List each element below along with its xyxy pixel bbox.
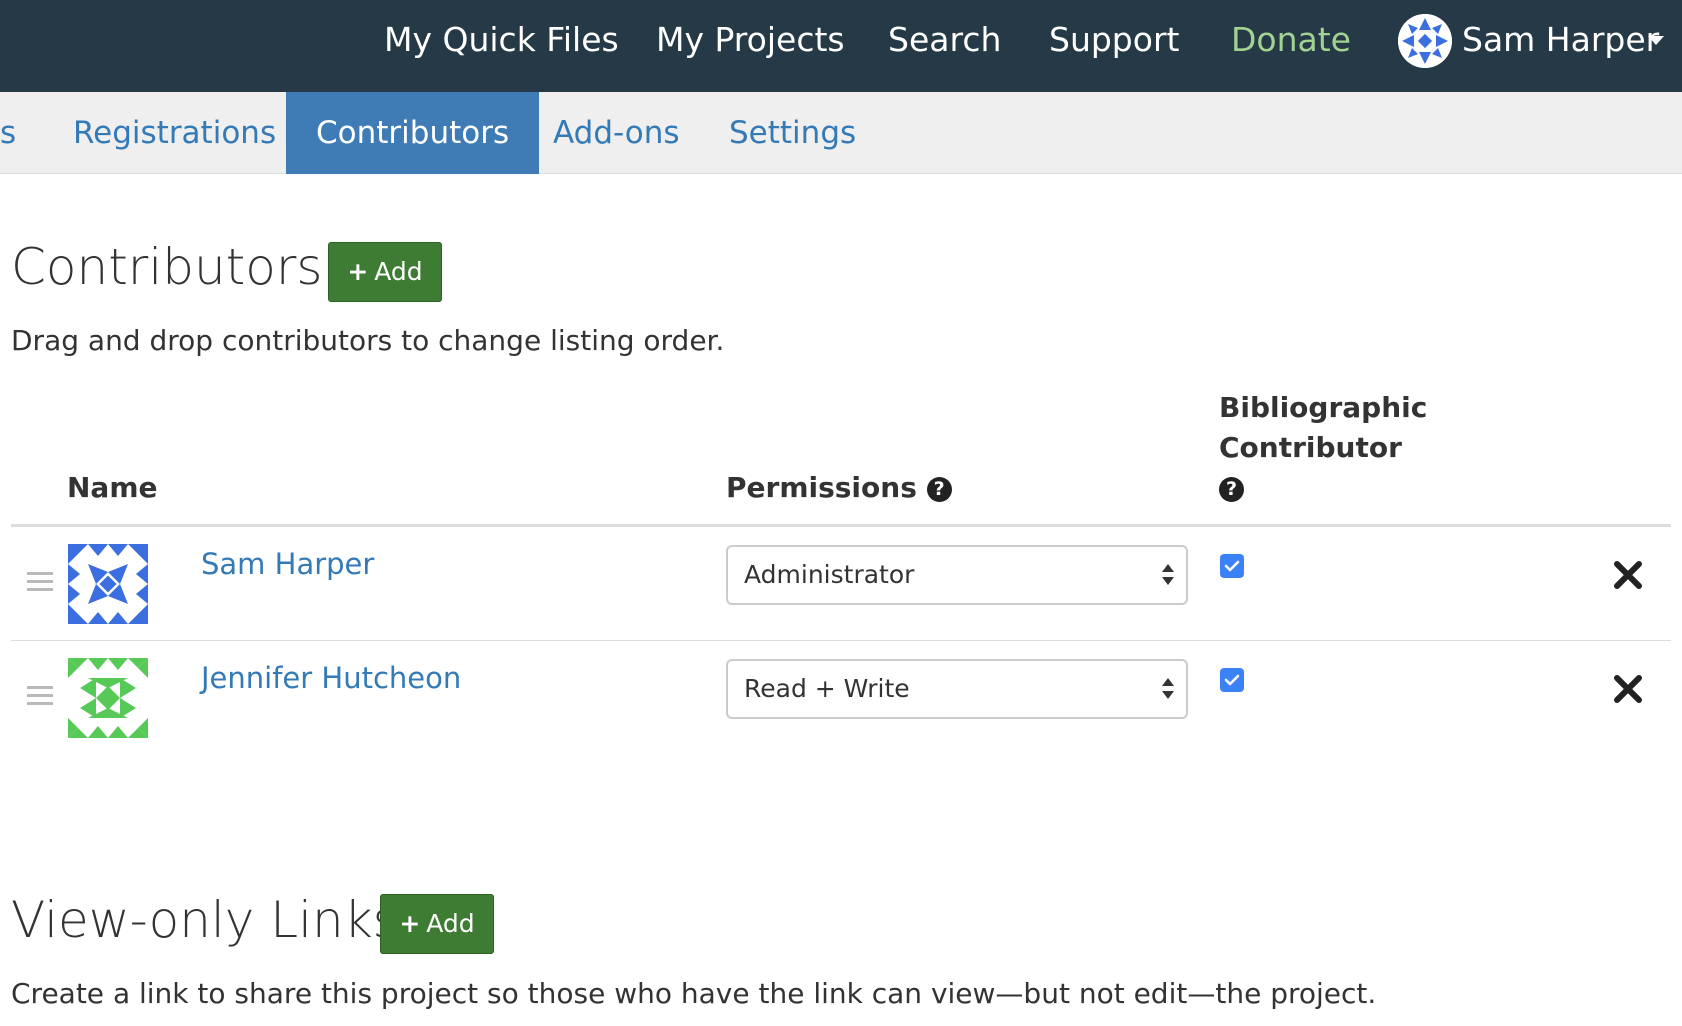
view-only-links-description: Create a link to share this project so t… [11,977,1377,1010]
contributor-name-link[interactable]: Jennifer Hutcheon [201,658,461,698]
select-arrows-icon [1162,564,1174,588]
bibliographic-checkbox[interactable] [1220,668,1244,692]
add-view-only-link-button[interactable]: + Add [380,894,494,954]
checkmark-icon [1224,674,1240,686]
nav-support[interactable]: Support [1049,20,1179,60]
remove-contributor-icon[interactable] [1612,559,1644,591]
column-header-bibliographic: Bibliographic Contributor ? [1219,388,1427,508]
tab-settings[interactable]: Settings [729,92,856,174]
contributors-description: Drag and drop contributors to change lis… [11,324,725,357]
row-divider [11,640,1671,641]
add-contributor-label: Add [374,257,423,286]
view-only-links-heading: View-only Links [11,891,399,949]
plus-icon: + [399,909,421,938]
nav-my-projects[interactable]: My Projects [656,20,845,60]
user-avatar [1398,14,1452,68]
tab-add-ons[interactable]: Add-ons [553,92,680,174]
tab-contributors[interactable]: Contributors [286,92,540,174]
add-view-only-link-label: Add [426,909,475,938]
nav-donate[interactable]: Donate [1231,20,1351,60]
drag-handle-icon[interactable] [27,686,53,706]
bibliographic-help-icon[interactable]: ? [1219,477,1244,502]
caret-down-icon [1648,36,1664,45]
drag-handle-icon[interactable] [27,572,53,592]
project-subnav: s Registrations Contributors Add-ons Set… [0,92,1682,174]
column-header-name: Name [67,471,158,504]
permission-select[interactable]: Read + Write [726,659,1188,719]
top-navbar: My Quick Files My Projects Search Suppor… [0,0,1682,92]
add-contributor-button[interactable]: + Add [328,242,442,302]
bibliographic-checkbox[interactable] [1220,554,1244,578]
contributor-name-link[interactable]: Sam Harper [201,544,374,584]
contributors-heading: Contributors [11,238,323,296]
permission-select[interactable]: Administrator [726,545,1188,605]
avatar[interactable] [68,658,148,738]
permissions-label: Permissions [726,471,917,504]
permission-value: Administrator [744,560,915,589]
nav-search[interactable]: Search [888,20,1001,60]
bibliographic-label-line1: Bibliographic [1219,391,1428,424]
bibliographic-label-line2: Contributor [1219,431,1402,464]
checkmark-icon [1224,560,1240,572]
table-header-divider [11,524,1671,527]
user-name: Sam Harper [1462,20,1660,59]
nav-my-quick-files[interactable]: My Quick Files [384,20,619,60]
column-header-permissions: Permissions ? [726,468,952,508]
tab-partial[interactable]: s [0,92,16,174]
tab-registrations[interactable]: Registrations [73,92,276,174]
remove-contributor-icon[interactable] [1612,673,1644,705]
avatar[interactable] [68,544,148,624]
select-arrows-icon [1162,678,1174,702]
permissions-help-icon[interactable]: ? [926,477,952,502]
permission-value: Read + Write [744,674,910,703]
plus-icon: + [347,257,369,286]
